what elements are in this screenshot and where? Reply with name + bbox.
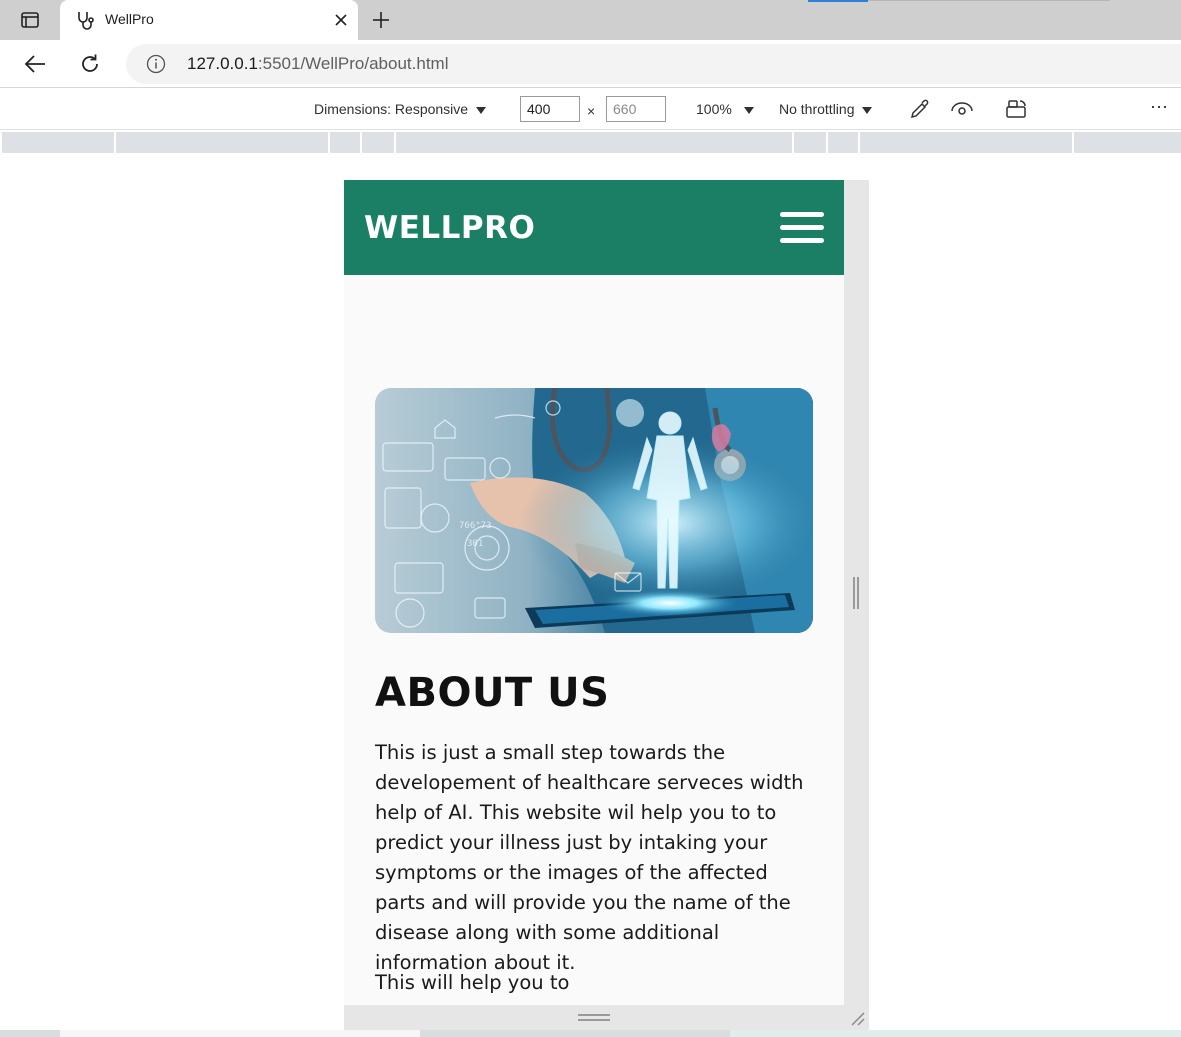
- tab-title: WellPro: [105, 11, 154, 27]
- device-toolbar: Dimensions: Responsive × 100% No throttl…: [0, 89, 1181, 130]
- site-logo[interactable]: WELLPRO: [364, 210, 535, 246]
- width-input[interactable]: [520, 96, 580, 122]
- dimensions-dropdown[interactable]: Dimensions: Responsive: [314, 101, 487, 117]
- media-query-bar[interactable]: [860, 132, 1072, 153]
- eyedropper-icon: [910, 99, 929, 119]
- times-sign: ×: [587, 103, 596, 119]
- tab-actions-button[interactable]: [10, 6, 50, 34]
- media-query-bar[interactable]: [330, 132, 360, 153]
- rotate-device-icon: [1006, 100, 1026, 118]
- about-paragraph: This is just a small step towards the de…: [375, 741, 804, 974]
- ai-healthcare-hologram-image: 766°73 301: [375, 388, 813, 633]
- zoom-label: 100%: [696, 101, 732, 117]
- media-query-ruler: [0, 130, 1181, 153]
- tab-close-button[interactable]: [330, 9, 352, 31]
- tab-strip-divider: [868, 0, 1110, 1]
- emulated-viewport: WELLPRO 766°73 301 ABOUT US This is just…: [344, 180, 844, 1005]
- more-options-button[interactable]: ⋯: [1150, 97, 1169, 118]
- taskbar-segment: [60, 1030, 420, 1037]
- throttling-label: No throttling: [779, 101, 855, 117]
- grip-icon: [578, 1014, 610, 1021]
- vision-button[interactable]: [950, 97, 974, 121]
- media-query-bar[interactable]: [362, 132, 394, 153]
- svg-text:301: 301: [467, 539, 483, 549]
- vision-icon: [951, 102, 973, 115]
- dimensions-label: Dimensions: Responsive: [314, 101, 469, 117]
- url-host: 127.0.0.1: [187, 54, 258, 73]
- grip-icon: [853, 577, 859, 609]
- svg-text:766°73: 766°73: [459, 521, 492, 531]
- caret-down-icon: [862, 106, 873, 114]
- media-query-bar[interactable]: [828, 132, 858, 153]
- media-query-bar[interactable]: [396, 132, 792, 153]
- arrow-left-icon: [24, 55, 45, 73]
- info-icon[interactable]: [146, 54, 166, 74]
- new-tab-button[interactable]: [368, 8, 394, 32]
- eyedropper-button[interactable]: [908, 97, 932, 121]
- rotate-button[interactable]: [1005, 97, 1029, 121]
- tab-strip-accent: [808, 0, 868, 2]
- hamburger-icon[interactable]: [780, 212, 824, 244]
- url-text[interactable]: 127.0.0.1:5501/WellPro/about.html: [187, 54, 448, 74]
- site-header: WELLPRO: [344, 180, 844, 275]
- about-paragraph-2: This will help you to: [375, 971, 570, 994]
- stethoscope-icon: [78, 12, 94, 30]
- about-title: ABOUT US: [375, 670, 610, 716]
- resize-corner-icon[interactable]: [849, 1010, 865, 1026]
- height-input[interactable]: [606, 96, 666, 122]
- close-icon: [335, 14, 347, 26]
- media-query-bar[interactable]: [2, 132, 114, 153]
- media-query-bar[interactable]: [794, 132, 826, 153]
- media-query-bar[interactable]: [116, 132, 328, 153]
- viewport-resize-handle-right[interactable]: [844, 180, 869, 1005]
- taskbar-segment: [730, 1030, 1181, 1037]
- caret-down-icon: [743, 106, 754, 114]
- zoom-dropdown[interactable]: 100%: [696, 101, 754, 117]
- omnibox[interactable]: 127.0.0.1:5501/WellPro/about.html: [126, 44, 1181, 84]
- reload-button[interactable]: [75, 50, 105, 78]
- tab-strip: WellPro: [0, 0, 1181, 40]
- viewport-resize-handle-bottom[interactable]: [344, 1005, 869, 1030]
- browser-tab[interactable]: WellPro: [60, 0, 358, 40]
- taskbar-strip: [0, 1030, 1181, 1037]
- plus-icon: [373, 12, 389, 28]
- back-button[interactable]: [20, 50, 50, 78]
- caret-down-icon: [476, 106, 487, 114]
- throttling-dropdown[interactable]: No throttling: [779, 101, 873, 117]
- browser-window: WellPro 127.0.0.1:5501/WellPro/about.htm…: [0, 0, 1181, 1037]
- url-path: :5501/WellPro/about.html: [257, 54, 449, 73]
- tab-actions-icon: [21, 12, 39, 28]
- reload-icon: [82, 54, 98, 72]
- media-query-bar[interactable]: [1074, 132, 1181, 153]
- address-bar-row: 127.0.0.1:5501/WellPro/about.html: [0, 40, 1181, 88]
